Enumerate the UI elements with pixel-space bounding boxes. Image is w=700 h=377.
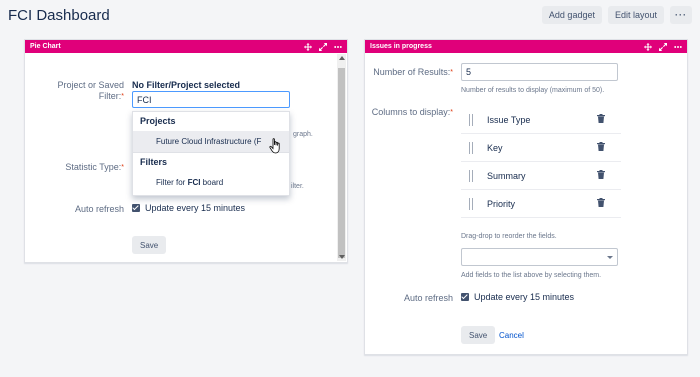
- pie-chart-header: Pie Chart: [25, 40, 347, 53]
- column-row[interactable]: Priority: [461, 190, 621, 218]
- edit-layout-button[interactable]: Edit layout: [607, 6, 664, 24]
- scroll-up-icon[interactable]: [339, 56, 345, 60]
- pie-save-button[interactable]: Save: [132, 236, 167, 254]
- dropdown-item-filter[interactable]: Filter for FCI board: [133, 172, 289, 193]
- column-row[interactable]: Summary: [461, 162, 621, 190]
- move-icon[interactable]: [644, 42, 652, 51]
- add-fields-hint: Add fields to the list above by selectin…: [461, 272, 602, 279]
- column-name: Key: [487, 143, 503, 153]
- gadget-title: Issues in progress: [370, 43, 432, 50]
- scroll-down-icon[interactable]: [339, 255, 345, 259]
- more-actions-button[interactable]: ···: [670, 6, 692, 24]
- more-icon[interactable]: [674, 43, 682, 51]
- gadget-header-icons: [644, 42, 682, 51]
- dropdown-group-filters: Filters: [140, 157, 168, 167]
- checkbox-checked-icon[interactable]: [132, 204, 140, 212]
- column-name: Issue Type: [487, 115, 531, 125]
- auto-refresh-label: Auto refresh: [74, 204, 124, 214]
- drag-handle-icon[interactable]: [469, 114, 473, 126]
- statistic-hint-text: ilter.: [291, 183, 304, 190]
- trash-icon[interactable]: [597, 198, 605, 207]
- dropdown-group-projects: Projects: [140, 116, 176, 126]
- add-field-select[interactable]: [461, 248, 618, 266]
- filter-suggestions-dropdown: Projects Future Cloud Infrastructure (F …: [132, 111, 290, 196]
- auto-refresh-option[interactable]: Update every 15 minutes: [461, 292, 574, 302]
- columns-label: Columns to display:*: [371, 107, 453, 117]
- checkbox-checked-icon[interactable]: [461, 293, 469, 301]
- filter-label: Project or Saved Filter:*: [57, 80, 124, 101]
- chevron-down-icon: [607, 256, 613, 259]
- drag-handle-icon[interactable]: [469, 198, 473, 210]
- column-row[interactable]: Issue Type: [461, 106, 621, 134]
- reorder-hint: Drag-drop to reorder the fields.: [461, 233, 557, 240]
- dropdown-item-project[interactable]: Future Cloud Infrastructure (F: [133, 131, 289, 152]
- trash-icon[interactable]: [597, 142, 605, 151]
- num-results-hint: Number of results to display (maximum of…: [461, 87, 605, 94]
- issues-in-progress-gadget: Issues in progress Number of Results:* N…: [364, 39, 688, 355]
- page-title: FCI Dashboard: [8, 7, 110, 24]
- hand-cursor-icon: [269, 138, 280, 154]
- cancel-link[interactable]: Cancel: [499, 331, 524, 340]
- statistic-type-label: Statistic Type:*: [65, 162, 124, 172]
- issues-header: Issues in progress: [365, 40, 687, 53]
- issues-save-button[interactable]: Save: [461, 326, 496, 344]
- more-icon[interactable]: [334, 43, 342, 51]
- filter-selected-text: No Filter/Project selected: [132, 80, 241, 90]
- auto-refresh-option[interactable]: Update every 15 minutes: [132, 203, 245, 213]
- column-row[interactable]: Key: [461, 134, 621, 162]
- drag-handle-icon[interactable]: [469, 142, 473, 154]
- filter-hint-text: graph.: [293, 131, 313, 138]
- gadget-scrollbar[interactable]: [337, 54, 346, 261]
- drag-handle-icon[interactable]: [469, 170, 473, 182]
- add-gadget-button[interactable]: Add gadget: [541, 6, 602, 24]
- num-results-label: Number of Results:*: [373, 67, 453, 77]
- gadget-title: Pie Chart: [30, 43, 61, 50]
- scroll-thumb[interactable]: [338, 68, 345, 258]
- trash-icon[interactable]: [597, 170, 605, 179]
- gadget-header-icons: [304, 42, 342, 51]
- filter-search-input[interactable]: [132, 91, 290, 108]
- trash-icon[interactable]: [597, 114, 605, 123]
- move-icon[interactable]: [304, 42, 312, 51]
- expand-icon[interactable]: [659, 42, 667, 51]
- column-name: Summary: [487, 171, 526, 181]
- auto-refresh-label: Auto refresh: [403, 293, 453, 303]
- dashboard-actions: Add gadget Edit layout ···: [541, 6, 692, 24]
- expand-icon[interactable]: [319, 42, 327, 51]
- pie-chart-gadget: Pie Chart Project or Saved Filter:* No F…: [24, 39, 348, 263]
- num-results-input[interactable]: [461, 63, 618, 81]
- column-name: Priority: [487, 199, 516, 209]
